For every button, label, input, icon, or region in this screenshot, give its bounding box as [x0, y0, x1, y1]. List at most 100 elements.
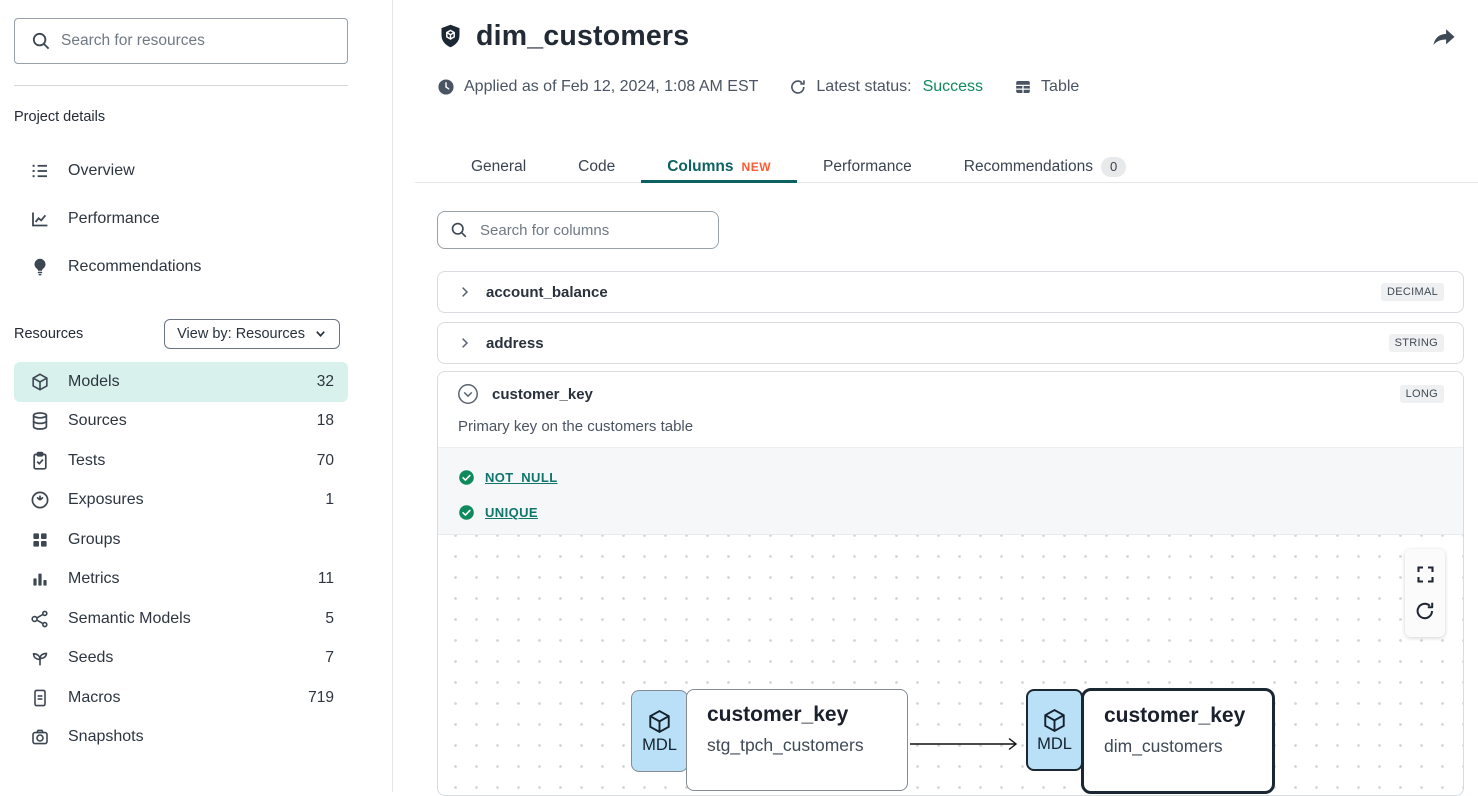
column-row-header[interactable]: address STRING: [438, 323, 1463, 363]
sidebar-item-metrics[interactable]: Metrics 11: [14, 560, 348, 600]
status-label: Latest status:: [816, 78, 911, 96]
sidebar-item-tests[interactable]: Tests 70: [14, 441, 348, 481]
sidebar-item-sources[interactable]: Sources 18: [14, 402, 348, 442]
sidebar-item-overview[interactable]: Overview: [14, 155, 334, 187]
tab-columns[interactable]: Columns NEW: [641, 150, 797, 183]
camera-icon: [30, 727, 50, 747]
sidebar-item-recommendations[interactable]: Recommendations: [14, 251, 334, 283]
chevron-right-icon: [457, 284, 473, 300]
test-link-not-null[interactable]: NOT_NULL: [485, 470, 558, 485]
column-lineage-graph[interactable]: MDL customer_key stg_tpch_customers MDL …: [438, 535, 1463, 794]
tab-performance[interactable]: Performance: [797, 150, 938, 183]
sidebar-item-label: Recommendations: [68, 258, 201, 276]
applied-text: Applied as of Feb 12, 2024, 1:08 AM EST: [464, 78, 758, 96]
cube-icon: [30, 372, 50, 392]
meta-row: Applied as of Feb 12, 2024, 1:08 AM EST …: [437, 78, 1079, 96]
test-row: NOT_NULL: [458, 460, 1443, 495]
test-link-unique[interactable]: UNIQUE: [485, 505, 538, 520]
cube-icon: [1041, 707, 1068, 734]
tab-recommendations[interactable]: Recommendations 0: [938, 150, 1152, 183]
sidebar-item-models[interactable]: Models 32: [14, 362, 348, 402]
model-shield-icon: [437, 23, 464, 50]
node-card: customer_key dim_customers: [1081, 688, 1275, 794]
model-type-badge: MDL: [1026, 689, 1083, 771]
graph-controls: [1405, 549, 1445, 637]
sidebar-item-seeds[interactable]: Seeds 7: [14, 639, 348, 679]
applied-as-of: Applied as of Feb 12, 2024, 1:08 AM EST: [437, 78, 758, 96]
test-row: UNIQUE: [458, 495, 1443, 530]
share-icon[interactable]: [1430, 24, 1458, 55]
sidebar-item-count: 7: [325, 649, 334, 667]
sidebar-item-label: Overview: [68, 162, 135, 180]
grid-icon: [30, 530, 50, 550]
columns-search-input[interactable]: [437, 211, 719, 249]
search-input[interactable]: [14, 18, 348, 64]
check-circle-icon: [458, 469, 475, 486]
tab-label: General: [471, 158, 526, 176]
model-type-badge: MDL: [631, 690, 688, 772]
tab-label: Performance: [823, 158, 912, 176]
node-badge-label: MDL: [1037, 735, 1072, 754]
node-model-name: stg_tpch_customers: [707, 735, 907, 756]
sidebar-item-count: 70: [317, 452, 334, 470]
column-row-header[interactable]: account_balance DECIMAL: [438, 272, 1463, 312]
materialization: Table: [1014, 78, 1079, 96]
cube-icon: [646, 708, 673, 735]
sidebar-item-count: 18: [317, 412, 334, 430]
sidebar-item-label: Exposures: [68, 491, 144, 509]
sidebar-item-label: Groups: [68, 531, 120, 549]
lineage-edge-arrow: [909, 735, 1025, 753]
sidebar-item-label: Tests: [68, 452, 105, 470]
column-type-badge: DECIMAL: [1381, 283, 1444, 301]
tab-code[interactable]: Code: [552, 150, 641, 183]
search-icon: [450, 221, 468, 244]
sidebar-item-label: Sources: [68, 412, 127, 430]
gauge-icon: [30, 490, 50, 510]
column-description: Primary key on the customers table: [438, 416, 1463, 447]
sidebar-item-macros[interactable]: Macros 719: [14, 678, 348, 718]
resources-header: Resources View by: Resources: [14, 318, 340, 349]
search-icon: [31, 31, 51, 56]
sidebar-item-count: 1: [325, 491, 334, 509]
fullscreen-button[interactable]: [1415, 564, 1436, 585]
view-by-dropdown[interactable]: View by: Resources: [164, 319, 340, 349]
clipboard-check-icon: [30, 451, 50, 471]
column-name: customer_key: [492, 386, 593, 403]
file-icon: [30, 688, 50, 708]
sidebar-divider: [14, 85, 348, 86]
main-content: dim_customers Applied as of Feb 12, 2024…: [393, 0, 1478, 792]
sidebar-item-label: Performance: [68, 210, 160, 228]
refresh-graph-button[interactable]: [1414, 600, 1436, 622]
latest-status: Latest status: Success: [789, 78, 983, 96]
tab-bar: General Code Columns NEW Performance Rec…: [445, 150, 1152, 183]
sidebar-item-groups[interactable]: Groups: [14, 520, 348, 560]
sidebar-item-semantic-models[interactable]: Semantic Models 5: [14, 599, 348, 639]
page-title: dim_customers: [476, 20, 689, 53]
sidebar-item-count: 719: [308, 689, 334, 707]
tab-label: Columns: [667, 158, 733, 176]
sidebar-item-exposures[interactable]: Exposures 1: [14, 481, 348, 521]
new-badge: NEW: [742, 160, 772, 174]
sidebar-item-label: Seeds: [68, 649, 113, 667]
column-type-badge: LONG: [1400, 385, 1444, 403]
status-badge: Success: [923, 78, 983, 96]
sidebar-item-performance[interactable]: Performance: [14, 203, 334, 235]
share-nodes-icon: [30, 609, 50, 629]
lineage-node-stg-tpch-customers[interactable]: MDL customer_key stg_tpch_customers: [631, 689, 908, 791]
lineage-node-dim-customers[interactable]: MDL customer_key dim_customers: [1026, 688, 1275, 794]
column-row-address: address STRING: [437, 322, 1464, 364]
column-row-header[interactable]: customer_key LONG: [438, 372, 1463, 416]
tab-label: Recommendations: [964, 158, 1093, 176]
chart-line-icon: [30, 209, 50, 229]
chevron-down-circle-icon: [457, 383, 479, 405]
sidebar-item-snapshots[interactable]: Snapshots: [14, 718, 348, 758]
list-icon: [30, 161, 50, 181]
column-tests: NOT_NULL UNIQUE: [438, 447, 1463, 535]
materialization-label: Table: [1041, 78, 1079, 96]
tab-general[interactable]: General: [445, 150, 552, 183]
chevron-right-icon: [457, 335, 473, 351]
refresh-icon: [789, 78, 807, 96]
page-header: dim_customers: [437, 20, 689, 53]
node-column-name: customer_key: [1104, 704, 1272, 728]
lightbulb-icon: [30, 257, 50, 277]
